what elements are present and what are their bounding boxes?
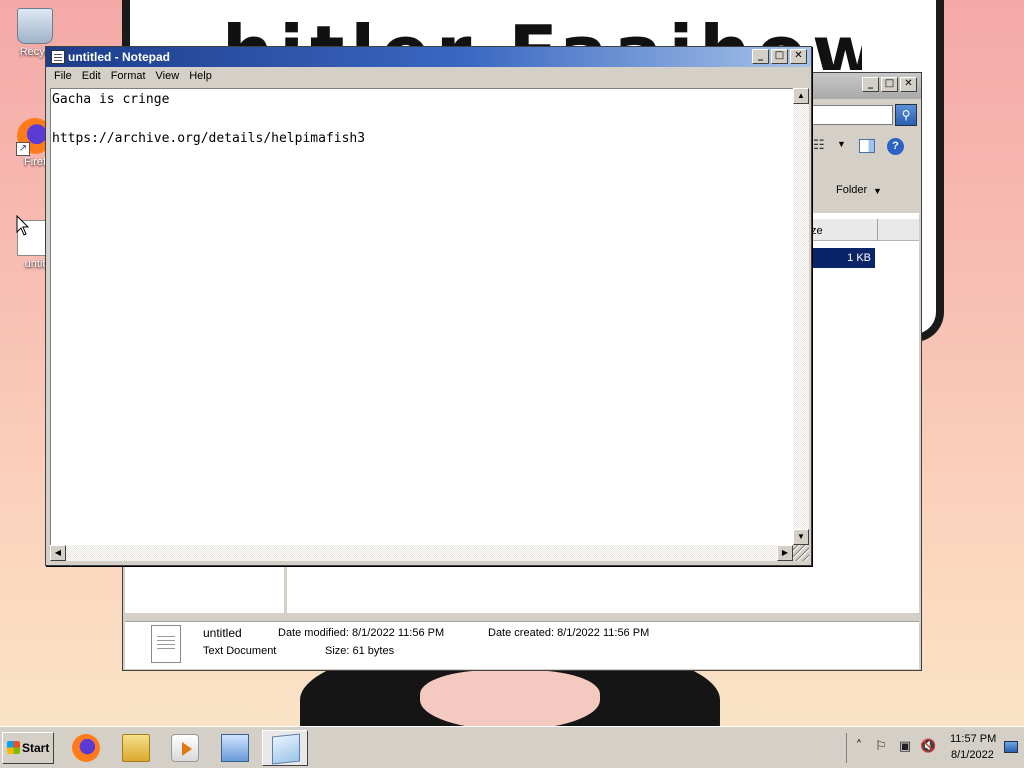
scroll-left-button[interactable]: ◀ xyxy=(50,545,66,561)
wallpaper-character-face xyxy=(420,670,600,730)
details-date-created: Date created: 8/1/2022 11:56 PM xyxy=(488,627,650,639)
start-button[interactable]: Start xyxy=(2,732,54,764)
show-desktop-icon[interactable] xyxy=(1004,741,1018,753)
chevron-down-icon[interactable]: ▼ xyxy=(873,186,882,196)
menu-bar: File Edit Format View Help xyxy=(46,67,811,87)
volume-muted-icon[interactable]: 🔇 xyxy=(920,739,936,755)
taskbar: Start ˄ ⚐ ▣ 🔇 11:57 PM 8/1/2022 xyxy=(0,726,1024,768)
menu-file[interactable]: File xyxy=(49,67,77,87)
document-text[interactable]: Gacha is cringe https://archive.org/deta… xyxy=(52,90,365,149)
firefox-icon xyxy=(72,734,100,762)
action-center-flag-icon[interactable]: ⚐ xyxy=(873,739,889,755)
details-file-name: untitled xyxy=(203,626,242,640)
help-icon[interactable]: ? xyxy=(887,138,904,155)
scroll-right-button[interactable]: ▶ xyxy=(777,545,793,561)
network-icon[interactable]: ▣ xyxy=(897,739,913,755)
minimize-button[interactable]: _ xyxy=(752,49,769,64)
scroll-down-button[interactable]: ▼ xyxy=(793,529,809,545)
details-size: Size: 61 bytes xyxy=(325,645,395,657)
selected-file-size[interactable]: 1 KB xyxy=(811,248,875,268)
menu-format[interactable]: Format xyxy=(106,67,151,87)
notepad-titlebar[interactable]: untitled - Notepad _ □ ✕ xyxy=(46,47,811,67)
arrange-by-value[interactable]: Folder xyxy=(836,184,867,196)
maximize-button[interactable]: □ xyxy=(771,49,788,64)
column-header-size-label: ze xyxy=(811,225,823,237)
details-date-modified: Date modified: 8/1/2022 11:56 PM xyxy=(278,627,445,639)
taskbar-firefox-button[interactable] xyxy=(63,730,109,766)
preview-pane-icon[interactable] xyxy=(859,139,875,153)
navigation-pane-divider[interactable] xyxy=(284,567,287,617)
desktop-icon-label: Firef xyxy=(24,156,46,168)
clock-date[interactable]: 8/1/2022 xyxy=(951,749,994,761)
explorer-search-input[interactable] xyxy=(811,105,893,125)
notepad-window[interactable]: untitled - Notepad _ □ ✕ File Edit Forma… xyxy=(45,46,812,566)
control-panel-icon xyxy=(221,734,249,762)
menu-view[interactable]: View xyxy=(151,67,185,87)
explorer-close-button[interactable]: ✕ xyxy=(900,77,917,92)
resize-grip[interactable] xyxy=(793,545,809,561)
horizontal-scrollbar[interactable]: ◀ ▶ xyxy=(50,545,793,561)
close-button[interactable]: ✕ xyxy=(790,49,807,64)
explorer-minimize-button[interactable]: _ xyxy=(862,77,879,92)
vertical-scrollbar[interactable]: ▲ ▼ xyxy=(793,88,809,545)
mouse-pointer-icon xyxy=(16,215,30,236)
show-hidden-icons-icon[interactable]: ˄ xyxy=(851,739,867,755)
taskbar-explorer-button[interactable] xyxy=(113,730,159,766)
notepad-icon[interactable] xyxy=(51,50,65,64)
tray-separator xyxy=(846,733,847,763)
window-title: untitled - Notepad xyxy=(68,50,170,64)
shortcut-arrow-icon: ↗ xyxy=(16,142,30,156)
search-icon[interactable]: ⚲ xyxy=(895,104,917,126)
column-separator[interactable] xyxy=(877,219,878,241)
explorer-maximize-button[interactable]: □ xyxy=(881,77,898,92)
recycle-bin-icon xyxy=(17,8,53,44)
text-file-icon xyxy=(151,625,181,663)
view-options-icon[interactable]: ☷ xyxy=(813,137,825,153)
media-player-icon xyxy=(171,734,199,762)
desktop-icon-label: untit xyxy=(24,258,46,270)
details-file-type: Text Document xyxy=(203,645,277,657)
scroll-up-button[interactable]: ▲ xyxy=(793,88,809,104)
taskbar-notepad-button[interactable] xyxy=(262,730,308,766)
start-label: Start xyxy=(22,741,50,755)
folder-icon xyxy=(122,734,150,762)
menu-edit[interactable]: Edit xyxy=(77,67,106,87)
menu-help[interactable]: Help xyxy=(184,67,217,87)
notepad-icon xyxy=(272,733,300,765)
chevron-down-icon[interactable]: ▼ xyxy=(837,139,846,149)
text-editor-area[interactable]: Gacha is cringe https://archive.org/deta… xyxy=(50,88,793,545)
taskbar-media-player-button[interactable] xyxy=(162,730,208,766)
windows-logo-icon xyxy=(7,741,20,754)
clock-time[interactable]: 11:57 PM xyxy=(950,733,996,745)
taskbar-control-panel-button[interactable] xyxy=(212,730,258,766)
